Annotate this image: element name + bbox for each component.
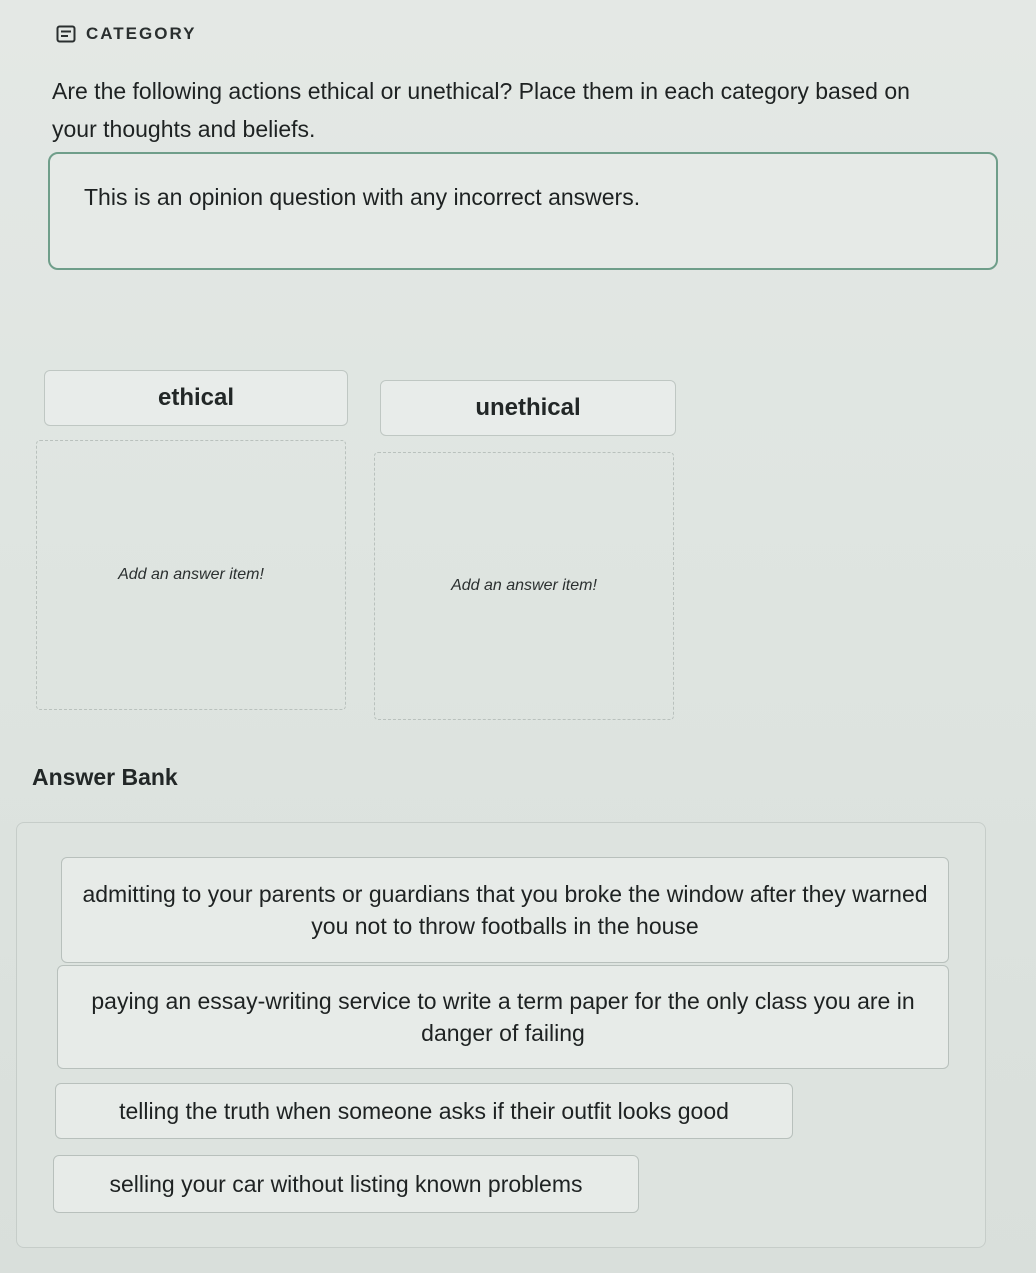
category-label: CATEGORY <box>86 24 197 43</box>
answer-item[interactable]: selling your car without listing known p… <box>53 1155 639 1213</box>
opinion-note: This is an opinion question with any inc… <box>48 152 998 270</box>
drop-zone-unethical[interactable]: Add an answer item! <box>374 452 674 720</box>
opinion-note-text: This is an opinion question with any inc… <box>84 184 641 210</box>
answer-bank-title: Answer Bank <box>32 764 178 790</box>
drop-zone-ethical[interactable]: Add an answer item! <box>36 440 346 710</box>
answer-item-text: telling the truth when someone asks if t… <box>119 1098 729 1124</box>
drop-zone-placeholder: Add an answer item! <box>118 566 264 583</box>
answer-item[interactable]: telling the truth when someone asks if t… <box>55 1083 793 1139</box>
question-type-header: CATEGORY <box>56 24 196 44</box>
question-text: Are the following actions ethical or une… <box>52 78 910 142</box>
answer-item[interactable]: admitting to your parents or guardians t… <box>61 857 949 963</box>
answer-item-text: selling your car without listing known p… <box>109 1171 583 1197</box>
answer-item[interactable]: paying an essay-writing service to write… <box>57 965 949 1069</box>
answer-bank: admitting to your parents or guardians t… <box>16 822 986 1248</box>
category-icon <box>56 25 76 43</box>
category-header-ethical: ethical <box>44 370 348 426</box>
drop-zone-placeholder: Add an answer item! <box>451 577 597 594</box>
category-header-unethical: unethical <box>380 380 676 436</box>
answer-item-text: paying an essay-writing service to write… <box>91 988 915 1046</box>
page: CATEGORY Are the following actions ethic… <box>0 0 1036 1273</box>
answer-item-text: admitting to your parents or guardians t… <box>82 881 928 939</box>
